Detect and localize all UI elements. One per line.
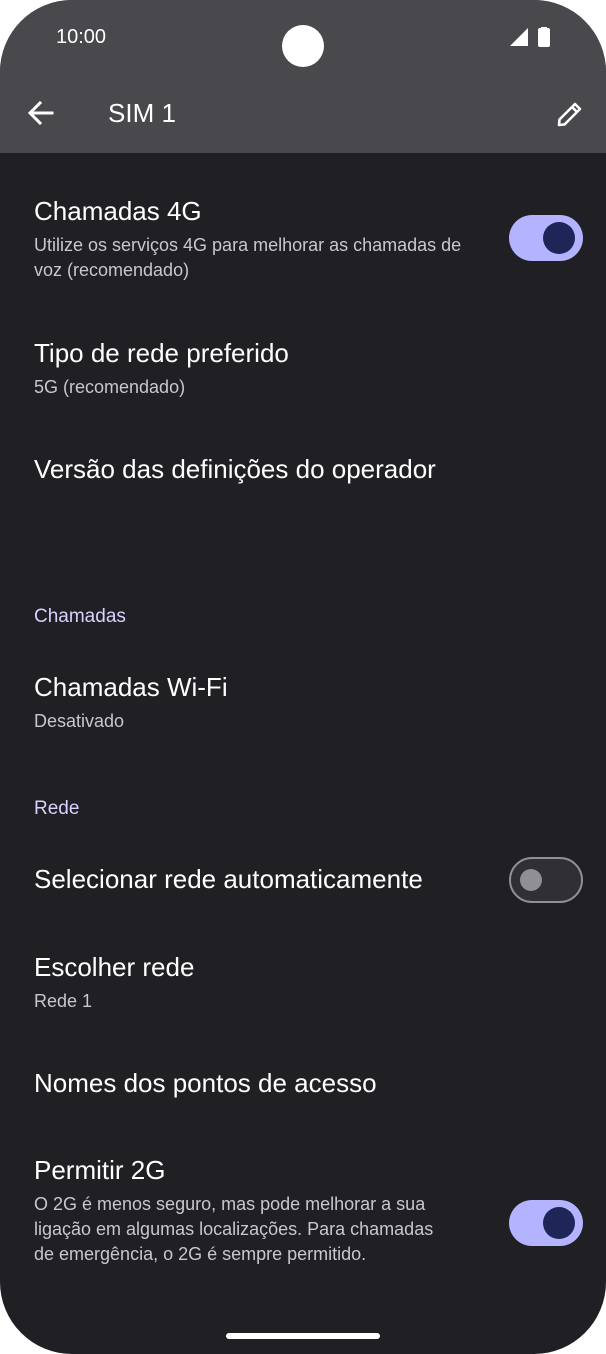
setting-title: Permitir 2G (34, 1155, 166, 1185)
page-title: SIM 1 (108, 98, 176, 128)
setting-choose-network[interactable]: Escolher rede Rede 1 (34, 951, 194, 1014)
setting-summary: Utilize os serviços 4G para melhorar as … (34, 235, 462, 280)
toggle-knob (543, 1207, 575, 1239)
setting-summary: O 2G é menos seguro, mas pode melhorar a… (34, 1194, 434, 1264)
setting-volte[interactable]: Chamadas 4G Utilize os serviços 4G para … (34, 195, 474, 283)
setting-title: Nomes dos pontos de acesso (34, 1068, 377, 1098)
setting-title: Selecionar rede automaticamente (34, 864, 423, 894)
battery-icon (538, 28, 550, 47)
setting-apn[interactable]: Nomes dos pontos de acesso (34, 1067, 377, 1099)
auto-select-toggle[interactable] (509, 857, 583, 903)
camera-cutout (282, 25, 324, 67)
setting-title: Tipo de rede preferido (34, 338, 289, 368)
setting-carrier-version[interactable]: Versão das definições do operador (34, 453, 436, 485)
setting-network-type[interactable]: Tipo de rede preferido 5G (recomendado) (34, 337, 289, 400)
setting-auto-select-network[interactable]: Selecionar rede automaticamente (34, 863, 423, 895)
setting-title: Escolher rede (34, 952, 195, 982)
setting-title: Versão das definições do operador (34, 454, 436, 484)
section-header-network: Rede (34, 798, 80, 819)
setting-summary: Rede 1 (34, 991, 93, 1011)
app-bar: 10:00 SIM 1 (0, 0, 606, 153)
pencil-edit-icon[interactable] (552, 96, 588, 132)
setting-wifi-calling[interactable]: Chamadas Wi-Fi Desativado (34, 671, 228, 734)
section-header-calls: Chamadas (34, 606, 126, 627)
phone-screen: 10:00 SIM 1 Chamadas 4G Utilize os servi… (0, 0, 606, 1354)
setting-title: Chamadas Wi-Fi (34, 672, 228, 702)
setting-title: Chamadas 4G (34, 196, 202, 226)
setting-summary: 5G (recomendado) (34, 377, 186, 397)
gesture-navigation-bar[interactable] (226, 1333, 380, 1339)
setting-allow-2g[interactable]: Permitir 2G O 2G é menos seguro, mas pod… (34, 1154, 454, 1267)
status-time: 10:00 (56, 26, 107, 48)
arrow-back-icon[interactable] (24, 96, 58, 130)
volte-toggle[interactable] (509, 215, 583, 261)
toggle-knob (543, 222, 575, 254)
toggle-knob (520, 869, 542, 891)
status-icons (508, 26, 552, 54)
allow-2g-toggle[interactable] (509, 1200, 583, 1246)
cellular-signal-icon (510, 28, 528, 46)
setting-summary: Desativado (34, 711, 125, 731)
